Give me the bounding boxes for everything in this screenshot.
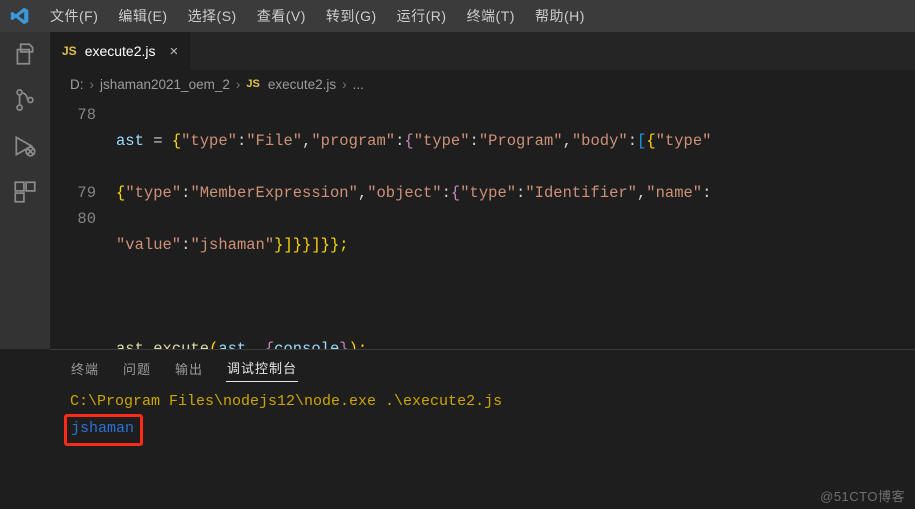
tab-filename: execute2.js [85,43,156,59]
title-menu-bar: 文件(F) 编辑(E) 选择(S) 查看(V) 转到(G) 运行(R) 终端(T… [0,0,915,32]
panel-tabs: 终端 问题 输出 调试控制台 [50,350,915,386]
chevron-right-icon: › [90,77,95,92]
menu-terminal[interactable]: 终端(T) [457,2,525,30]
watermark: @51CTO博客 [820,486,905,505]
explorer-icon[interactable] [11,40,39,68]
debug-command-line: C:\Program Files\nodejs12\node.exe .\exe… [70,390,895,414]
line-number-gutter: 78 79 80 [50,98,116,349]
breadcrumb-ellipsis: ... [353,77,364,92]
line-number: 80 [50,206,96,232]
vscode-logo-icon [10,6,30,26]
tab-close-button[interactable]: × [170,43,179,60]
menu-help[interactable]: 帮助(H) [525,2,595,30]
menu-run[interactable]: 运行(R) [387,2,457,30]
chevron-right-icon: › [342,77,347,92]
panel-tab-problems[interactable]: 问题 [122,355,152,382]
code-editor[interactable]: 78 79 80 ast = {"type":"File","program":… [50,98,915,349]
highlight-box: jshaman [64,414,143,446]
menu-view[interactable]: 查看(V) [247,2,316,30]
code-content: ast = {"type":"File","program":{"type":"… [116,98,915,349]
menu-file[interactable]: 文件(F) [40,2,108,30]
panel-tab-debug-console[interactable]: 调试控制台 [226,354,298,382]
breadcrumb-drive: D: [70,77,84,92]
tab-execute2-js[interactable]: JS execute2.js × [50,32,191,70]
breadcrumb[interactable]: D: › jshaman2021_oem_2 › JS execute2.js … [50,70,915,98]
menu-go[interactable]: 转到(G) [316,2,387,30]
js-file-icon: JS [246,78,259,90]
js-file-icon: JS [62,44,77,58]
activity-bar [0,32,50,349]
run-debug-icon[interactable] [11,132,39,160]
breadcrumb-file: execute2.js [268,77,336,92]
bottom-panel: 终端 问题 输出 调试控制台 C:\Program Files\nodejs12… [50,349,915,509]
menu-select[interactable]: 选择(S) [178,2,247,30]
line-number: 78 [50,102,96,128]
panel-tab-output[interactable]: 输出 [174,355,204,382]
breadcrumb-folder: jshaman2021_oem_2 [100,77,230,92]
panel-tab-terminal[interactable]: 终端 [70,355,100,382]
chevron-right-icon: › [236,77,241,92]
menu-edit[interactable]: 编辑(E) [108,2,177,30]
editor-tabs: JS execute2.js × [50,32,915,70]
source-control-icon[interactable] [11,86,39,114]
extensions-icon[interactable] [11,178,39,206]
line-number: 79 [50,180,96,206]
debug-console-output[interactable]: C:\Program Files\nodejs12\node.exe .\exe… [50,386,915,509]
debug-output-line: jshaman [71,420,134,437]
